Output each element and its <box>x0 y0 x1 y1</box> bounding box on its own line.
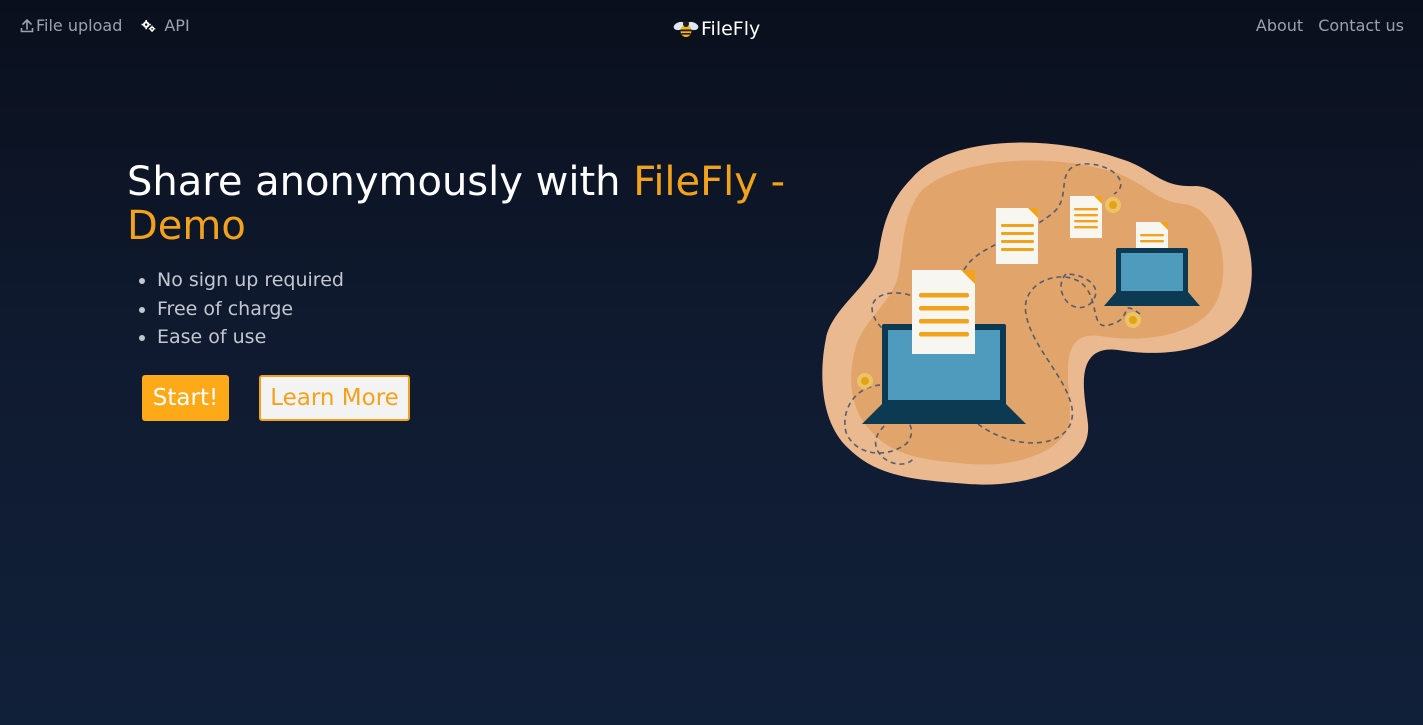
learn-more-button[interactable]: Learn More <box>259 375 410 421</box>
nav-api-link[interactable]: API <box>141 16 190 35</box>
nav-right-group: About Contact us <box>1256 16 1404 35</box>
feature-list: No sign up required Free of charge Ease … <box>127 266 344 352</box>
start-button[interactable]: Start! <box>142 375 229 421</box>
top-navbar: File upload API FileFly About Contact us <box>0 0 1423 54</box>
feature-item: No sign up required <box>157 266 344 295</box>
hero-title: Share anonymously with FileFly - Demo <box>127 160 787 248</box>
brand-name: FileFly <box>701 18 761 40</box>
nav-left-group: File upload API <box>19 16 190 35</box>
bee-logo-icon <box>673 14 699 44</box>
feature-item: Ease of use <box>157 323 344 352</box>
file-sharing-illustration <box>822 142 1252 485</box>
nav-file-upload-label: File upload <box>36 16 123 35</box>
brand-link[interactable]: FileFly <box>673 14 760 44</box>
upload-icon <box>19 18 34 33</box>
gears-icon <box>141 18 156 33</box>
nav-file-upload-link[interactable]: File upload <box>19 16 122 35</box>
hero-title-prefix: Share anonymously with <box>127 159 634 205</box>
nav-api-label: API <box>164 16 190 35</box>
nav-about-link[interactable]: About <box>1256 16 1303 35</box>
feature-item: Free of charge <box>157 295 344 324</box>
nav-contact-link[interactable]: Contact us <box>1318 16 1404 35</box>
